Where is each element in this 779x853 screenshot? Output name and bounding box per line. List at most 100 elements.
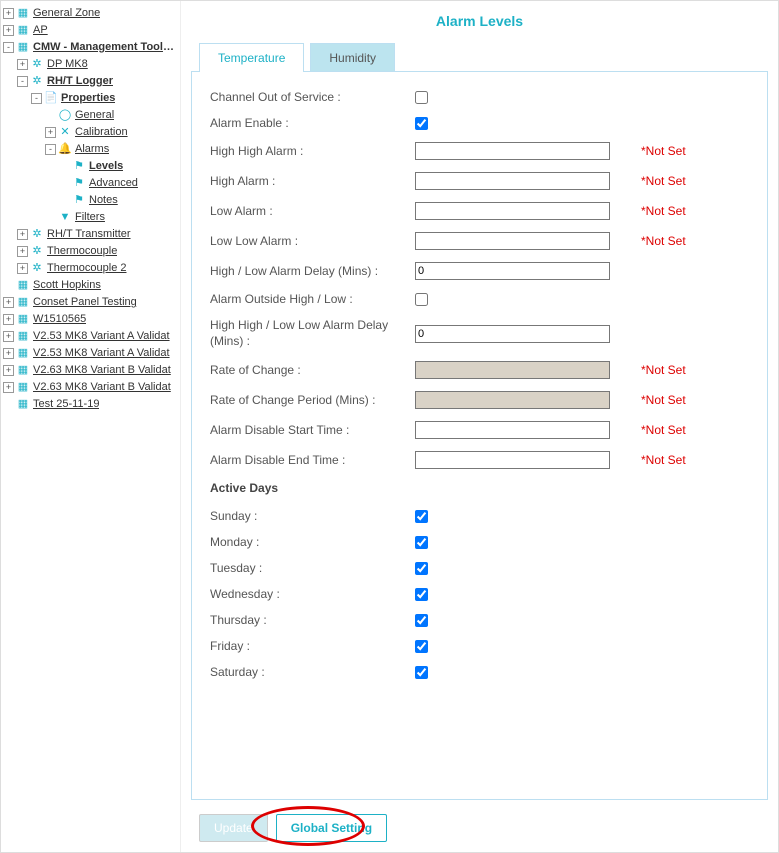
expand-icon[interactable]: + [3,25,14,36]
collapse-icon[interactable]: - [45,144,56,155]
spacer-icon [59,178,70,189]
tree-item[interactable]: +▦V2.53 MK8 Variant A Validat [3,345,178,362]
day-sat-checkbox[interactable] [415,666,428,679]
roc-period-input[interactable] [415,391,610,409]
tree-item-label[interactable]: W1510565 [33,312,86,327]
tree-item[interactable]: ⚑Advanced [3,175,178,192]
tree-item[interactable]: +▦W1510565 [3,311,178,328]
tree-item-label[interactable]: Thermocouple [47,244,117,259]
tab-temperature[interactable]: Temperature [199,43,304,72]
tree-item[interactable]: +✲Thermocouple [3,243,178,260]
expand-icon[interactable]: + [3,314,14,325]
day-sun-checkbox[interactable] [415,510,428,523]
tree-item-label[interactable]: Test 25-11-19 [33,397,99,412]
day-fri-checkbox[interactable] [415,640,428,653]
tree-item[interactable]: ▼Filters [3,209,178,226]
expand-icon[interactable]: + [17,59,28,70]
tree-item[interactable]: ⚑Levels [3,158,178,175]
dis-end-input[interactable] [415,451,610,469]
expand-icon[interactable]: + [3,8,14,19]
grid-icon: ▦ [16,296,30,310]
alarm-enable-checkbox[interactable] [415,117,428,130]
tree-item[interactable]: -📄Properties [3,90,178,107]
tree-item-label[interactable]: Alarms [75,142,109,157]
tree-item-label[interactable]: DP MK8 [47,57,88,72]
tree-item[interactable]: +▦Conset Panel Testing [3,294,178,311]
tree-item-label[interactable]: V2.63 MK8 Variant B Validat [33,363,171,378]
collapse-icon[interactable]: - [17,76,28,87]
tree-item[interactable]: +✲DP MK8 [3,56,178,73]
tree-item[interactable]: +▦V2.53 MK8 Variant A Validat [3,328,178,345]
tree-item[interactable]: -🔔Alarms [3,141,178,158]
day-mon-label: Monday : [210,535,415,549]
tree-item[interactable]: +▦General Zone [3,5,178,22]
tree-item[interactable]: +✲Thermocouple 2 [3,260,178,277]
outside-hl-checkbox[interactable] [415,293,428,306]
tree-item[interactable]: +▦V2.63 MK8 Variant B Validat [3,362,178,379]
tree-item-label[interactable]: V2.53 MK8 Variant A Validat [33,329,170,344]
collapse-icon[interactable]: - [3,42,14,53]
tab-humidity[interactable]: Humidity [310,43,395,72]
tree-item[interactable]: -✲RH/T Logger [3,73,178,90]
global-setting-button[interactable]: Global Setting [276,814,387,842]
hl-delay-input[interactable] [415,262,610,280]
tree-item-label[interactable]: RH/T Logger [47,74,113,89]
day-tue-checkbox[interactable] [415,562,428,575]
tree-item[interactable]: ▦Test 25-11-19 [3,396,178,413]
fan-icon: ✲ [30,75,44,89]
dis-end-label: Alarm Disable End Time : [210,453,415,467]
tree-item-label[interactable]: General Zone [33,6,100,21]
grid-icon: ▦ [16,279,30,293]
roc-label: Rate of Change : [210,363,415,377]
fan-icon: ✲ [30,228,44,242]
tree-item-label[interactable]: Calibration [75,125,128,140]
day-mon-checkbox[interactable] [415,536,428,549]
tree-item[interactable]: +✕Calibration [3,124,178,141]
collapse-icon[interactable]: - [31,93,42,104]
day-wed-checkbox[interactable] [415,588,428,601]
tree-item-label[interactable]: Advanced [89,176,138,191]
tree-item[interactable]: ⚑Notes [3,192,178,209]
expand-icon[interactable]: + [45,127,56,138]
dis-start-input[interactable] [415,421,610,439]
ll-alarm-input[interactable] [415,232,610,250]
expand-icon[interactable]: + [3,365,14,376]
tree-item[interactable]: +▦V2.63 MK8 Variant B Validat [3,379,178,396]
tree-item-label[interactable]: V2.63 MK8 Variant B Validat [33,380,171,395]
tree-item[interactable]: ▦Scott Hopkins [3,277,178,294]
tree-item-label[interactable]: AP [33,23,48,38]
day-thu-checkbox[interactable] [415,614,428,627]
expand-icon[interactable]: + [3,348,14,359]
expand-icon[interactable]: + [17,246,28,257]
roc-input[interactable] [415,361,610,379]
update-button[interactable]: Update [199,814,268,842]
tree-item-label[interactable]: Thermocouple 2 [47,261,127,276]
tree-item-label[interactable]: Filters [75,210,105,225]
expand-icon[interactable]: + [3,382,14,393]
tree-item[interactable]: +▦AP [3,22,178,39]
spacer-icon [3,399,14,410]
hh-alarm-input[interactable] [415,142,610,160]
expand-icon[interactable]: + [3,297,14,308]
expand-icon[interactable]: + [3,331,14,342]
tree-item[interactable]: ◯General [3,107,178,124]
tree-item-label[interactable]: RH/T Transmitter [47,227,131,242]
l-alarm-input[interactable] [415,202,610,220]
doc-icon: 📄 [44,92,58,106]
tree-item[interactable]: -▦CMW - Management Tools Te [3,39,178,56]
tree-item-label[interactable]: Scott Hopkins [33,278,101,293]
hhll-delay-input[interactable] [415,325,610,343]
tree-item-label[interactable]: CMW - Management Tools Te [33,40,178,55]
tree-item-label[interactable]: Levels [89,159,123,174]
expand-icon[interactable]: + [17,229,28,240]
expand-icon[interactable]: + [17,263,28,274]
tree-item-label[interactable]: V2.53 MK8 Variant A Validat [33,346,170,361]
h-alarm-input[interactable] [415,172,610,190]
tree-item[interactable]: +✲RH/T Transmitter [3,226,178,243]
tree-item-label[interactable]: Conset Panel Testing [33,295,137,310]
tree-item-label[interactable]: General [75,108,114,123]
out-of-service-checkbox[interactable] [415,91,428,104]
tree-item-label[interactable]: Notes [89,193,118,208]
tree-item-label[interactable]: Properties [61,91,115,106]
flag-icon: ⚑ [72,160,86,174]
